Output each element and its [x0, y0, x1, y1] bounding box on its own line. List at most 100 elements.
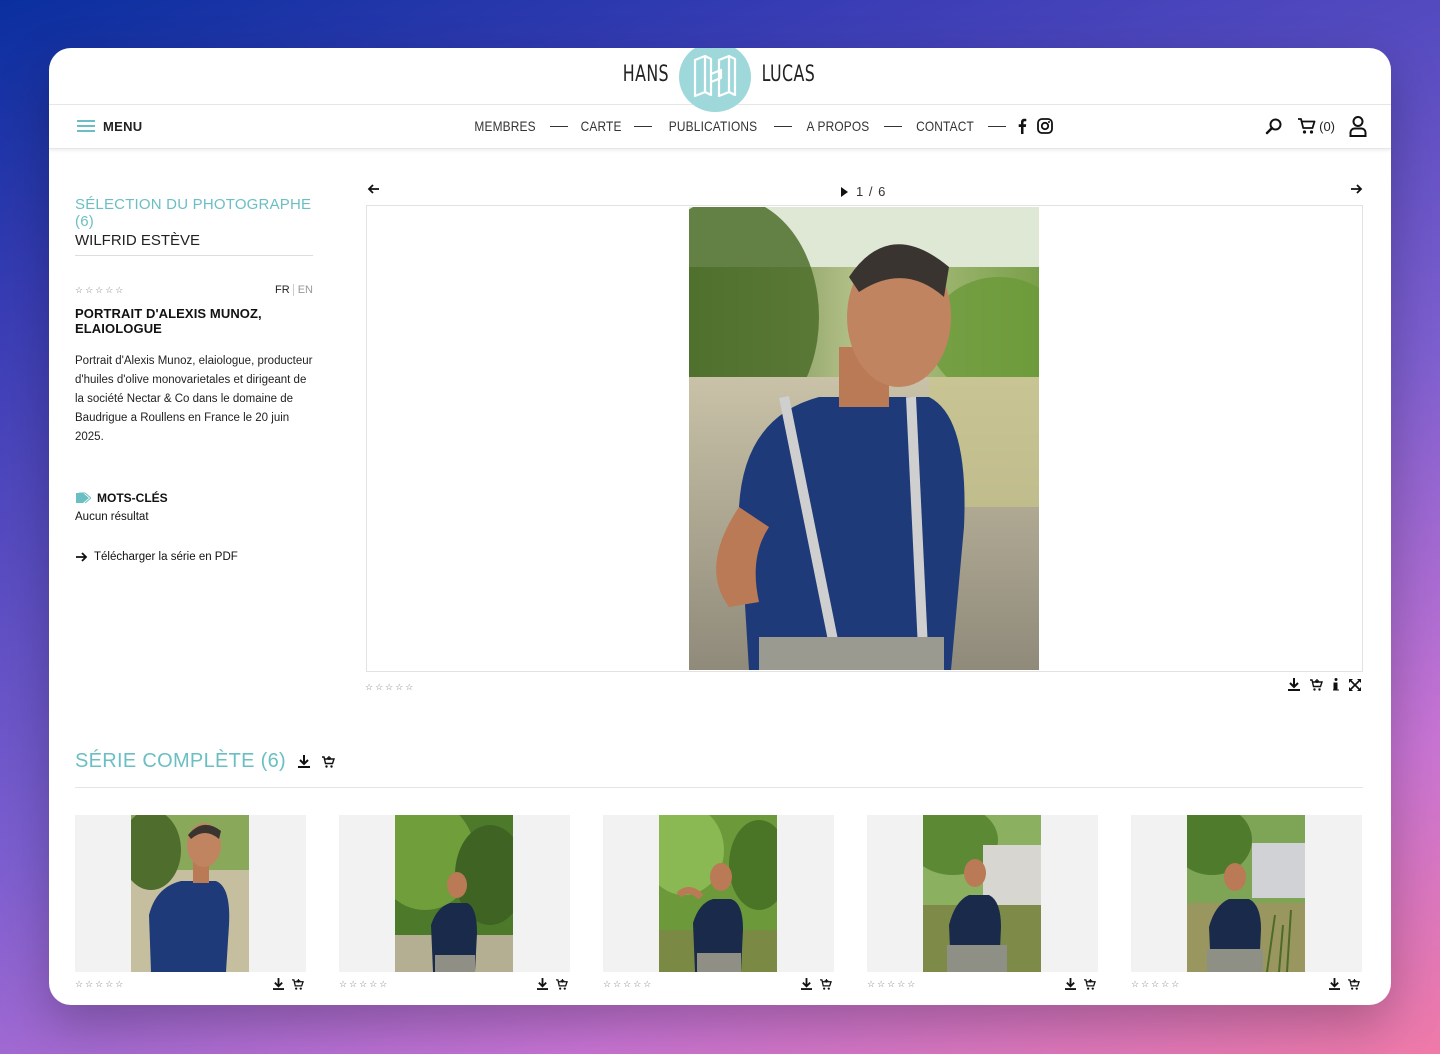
- download-icon[interactable]: [1288, 678, 1300, 691]
- series-header: SÉRIE COMPLÈTE (6): [75, 750, 335, 773]
- thumbnail-image[interactable]: [75, 815, 306, 972]
- nav-link-contact[interactable]: CONTACT: [917, 118, 975, 134]
- thumbnail-footer: ☆☆☆☆☆: [867, 978, 1098, 990]
- series-divider: [75, 787, 1363, 788]
- add-to-cart-icon[interactable]: [322, 755, 335, 768]
- add-to-cart-icon[interactable]: [1348, 978, 1360, 990]
- thumbnail-actions: [1065, 978, 1096, 990]
- nav-link-membres[interactable]: MEMBRES: [474, 118, 535, 134]
- thumbnail-rating-stars[interactable]: ☆☆☆☆☆: [339, 979, 389, 990]
- series-thumbnail: ☆☆☆☆☆: [75, 815, 306, 990]
- selection-title[interactable]: SÉLECTION DU PHOTOGRAPHE (6): [75, 196, 313, 230]
- thumbnail-photo: [395, 815, 513, 972]
- cart-icon: [1298, 118, 1316, 134]
- nav-link-carte[interactable]: CARTE: [581, 118, 622, 134]
- lang-en-link[interactable]: EN: [292, 284, 313, 296]
- menu-button[interactable]: MENU: [77, 117, 142, 135]
- play-icon[interactable]: [841, 186, 848, 197]
- viewer-actions: [1288, 678, 1361, 691]
- thumbnail-actions: [801, 978, 832, 990]
- thumbnail-footer: ☆☆☆☆☆: [75, 978, 306, 990]
- user-icon[interactable]: [1349, 115, 1367, 137]
- download-icon[interactable]: [801, 978, 812, 990]
- thumbnail-rating-stars[interactable]: ☆☆☆☆☆: [1131, 979, 1181, 990]
- download-icon[interactable]: [298, 755, 310, 768]
- slide-counter: 1 / 6: [841, 184, 886, 199]
- add-to-cart-icon[interactable]: [1084, 978, 1096, 990]
- thumbnail-photo: [1187, 815, 1305, 972]
- thumbnail-rating-stars[interactable]: ☆☆☆☆☆: [603, 979, 653, 990]
- arrow-right-icon[interactable]: [1350, 184, 1363, 194]
- logo[interactable]: [679, 48, 751, 112]
- series-thumbnails: ☆☆☆☆☆ ☆☆☆☆☆ ☆☆☆☆☆ ☆☆☆☆☆ ☆☆☆☆☆: [75, 815, 1362, 990]
- series-thumbnail: ☆☆☆☆☆: [1131, 815, 1362, 990]
- arrow-right-icon: [76, 552, 88, 562]
- series-thumbnail: ☆☆☆☆☆: [603, 815, 834, 990]
- hamburger-icon: [77, 117, 95, 135]
- nav-separator: [774, 125, 793, 127]
- thumbnail-footer: ☆☆☆☆☆: [339, 978, 570, 990]
- thumbnail-footer: ☆☆☆☆☆: [1131, 978, 1362, 990]
- rating-stars[interactable]: ☆☆☆☆☆: [75, 285, 125, 296]
- brand-name-left: HANS: [622, 62, 670, 87]
- add-to-cart-icon[interactable]: [292, 978, 304, 990]
- arrow-left-icon[interactable]: [367, 184, 380, 194]
- thumbnail-actions: [273, 978, 304, 990]
- meta-row: ☆☆☆☆☆ FR EN: [75, 284, 313, 296]
- facebook-icon[interactable]: [1017, 118, 1027, 134]
- photo-title: PORTRAIT D'ALEXIS MUNOZ, ELAIOLOGUE: [75, 306, 262, 336]
- nav-separator: [988, 125, 1007, 127]
- nav-link-publications[interactable]: PUBLICATIONS: [669, 118, 757, 134]
- add-to-cart-icon[interactable]: [820, 978, 832, 990]
- social-links: [1017, 118, 1054, 134]
- language-switch: FR EN: [275, 284, 313, 296]
- download-pdf-link[interactable]: Télécharger la série en PDF: [75, 551, 313, 563]
- nav-separator: [550, 125, 569, 127]
- info-icon[interactable]: [1333, 678, 1339, 691]
- main-photo[interactable]: [689, 207, 1039, 670]
- series-thumbnail: ☆☆☆☆☆: [339, 815, 570, 990]
- nav-separator: [634, 125, 653, 127]
- photo-description: Portrait d'Alexis Munoz, elaiologue, pro…: [75, 355, 313, 443]
- thumbnail-photo: [659, 815, 777, 972]
- fullscreen-icon[interactable]: [1349, 678, 1361, 691]
- thumbnail-image[interactable]: [603, 815, 834, 972]
- keywords-label: MOTS-CLÉS: [97, 491, 168, 505]
- search-icon[interactable]: [1265, 117, 1283, 135]
- thumbnail-actions: [537, 978, 568, 990]
- download-pdf-label: Télécharger la série en PDF: [94, 551, 238, 563]
- instagram-icon[interactable]: [1037, 118, 1054, 134]
- keywords-value: Aucun résultat: [75, 511, 149, 523]
- download-icon[interactable]: [273, 978, 284, 990]
- nav-link-a-propos[interactable]: A PROPOS: [807, 118, 870, 134]
- series-title: SÉRIE COMPLÈTE (6): [75, 750, 286, 772]
- logo-icon: [693, 54, 737, 98]
- viewer-rating-stars[interactable]: ☆☆☆☆☆: [365, 682, 415, 693]
- photo-viewer: [366, 205, 1363, 672]
- lang-fr-link[interactable]: FR: [275, 284, 290, 296]
- main-nav: MEMBRES CARTE PUBLICATIONS A PROPOS CONT…: [469, 118, 1054, 134]
- thumbnail-footer: ☆☆☆☆☆: [603, 978, 834, 990]
- brand-header: HANS LUCAS: [49, 48, 1391, 112]
- cart-button[interactable]: (0): [1297, 117, 1335, 135]
- photographer-name[interactable]: WILFRID ESTÈVE: [75, 232, 313, 256]
- keywords-heading: MOTS-CLÉS: [75, 491, 313, 505]
- download-icon[interactable]: [1065, 978, 1076, 990]
- navbar: MENU MEMBRES CARTE PUBLICATIONS A PROPOS…: [49, 105, 1391, 149]
- thumbnail-image[interactable]: [339, 815, 570, 972]
- thumbnail-photo: [923, 815, 1041, 972]
- slide-counter-text: 1 / 6: [856, 184, 887, 199]
- download-icon[interactable]: [1329, 978, 1340, 990]
- nav-separator: [884, 125, 903, 127]
- download-icon[interactable]: [537, 978, 548, 990]
- header-actions: (0): [1265, 115, 1367, 137]
- thumbnail-photo: [131, 815, 249, 972]
- thumbnail-rating-stars[interactable]: ☆☆☆☆☆: [75, 979, 125, 990]
- thumbnail-rating-stars[interactable]: ☆☆☆☆☆: [867, 979, 917, 990]
- add-to-cart-icon[interactable]: [556, 978, 568, 990]
- photo-info-panel: SÉLECTION DU PHOTOGRAPHE (6) WILFRID EST…: [75, 196, 313, 563]
- add-to-cart-icon[interactable]: [1310, 678, 1323, 691]
- cart-count: (0): [1319, 118, 1335, 134]
- thumbnail-image[interactable]: [867, 815, 1098, 972]
- thumbnail-image[interactable]: [1131, 815, 1362, 972]
